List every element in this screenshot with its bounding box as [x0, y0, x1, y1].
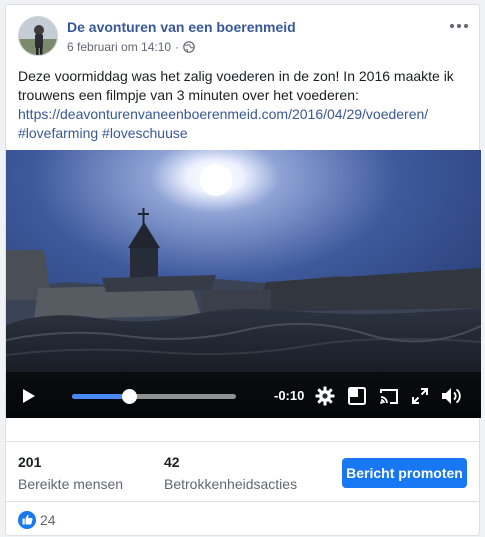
video-progress-fill: [72, 394, 130, 399]
hashtag-lovefarming[interactable]: #lovefarming: [18, 125, 98, 141]
avatar[interactable]: [18, 16, 58, 56]
post-meta: 6 februari om 14:10 ·: [67, 40, 195, 54]
meta-separator: ·: [175, 40, 180, 54]
post-text: Deze voormiddag was het zalig voederen i…: [18, 68, 454, 103]
post-header: De avonturen van een boerenmeid 6 februa…: [6, 5, 479, 61]
post-insights: 201 Bereikte mensen 42 Betrokkenheidsact…: [6, 441, 479, 501]
hashtag-loveschuuse[interactable]: #loveschuuse: [102, 125, 188, 141]
gear-icon[interactable]: [312, 374, 338, 418]
video-controls: -0:10: [6, 374, 481, 418]
volume-icon[interactable]: [438, 374, 466, 418]
engagement-stat: 42 Betrokkenheidsacties: [164, 454, 297, 492]
post-link[interactable]: https://deavonturenvaneenboerenmeid.com/…: [18, 106, 428, 122]
picture-in-picture-icon[interactable]: [344, 374, 370, 418]
page-name[interactable]: De avonturen van een boerenmeid: [67, 19, 296, 35]
video-progress-handle[interactable]: [122, 389, 138, 404]
post-body: Deze voormiddag was het zalig voederen i…: [18, 67, 470, 143]
fullscreen-icon[interactable]: [407, 374, 433, 418]
reach-label: Bereikte mensen: [18, 476, 124, 492]
post-date[interactable]: 6 februari om 14:10: [67, 40, 171, 54]
globe-icon[interactable]: [183, 41, 195, 53]
reach-stat: 201 Bereikte mensen: [18, 454, 123, 492]
play-icon[interactable]: [16, 374, 42, 418]
reach-count: 201: [18, 454, 42, 470]
like-count[interactable]: 24: [40, 512, 56, 528]
more-options-icon[interactable]: [447, 18, 471, 34]
cast-icon[interactable]: [376, 374, 402, 418]
engagement-label: Betrokkenheidsacties: [164, 476, 298, 492]
reactions-bar[interactable]: 24: [6, 501, 479, 537]
engagement-count: 42: [164, 454, 180, 470]
post-card: De avonturen van een boerenmeid 6 februa…: [5, 4, 481, 537]
video-progress-bar[interactable]: [72, 389, 236, 404]
video-player[interactable]: -0:10: [6, 150, 481, 418]
thumbs-up-icon: [18, 510, 36, 529]
video-time-remaining: -0:10: [274, 388, 305, 403]
promote-post-button[interactable]: Bericht promoten: [342, 458, 467, 488]
